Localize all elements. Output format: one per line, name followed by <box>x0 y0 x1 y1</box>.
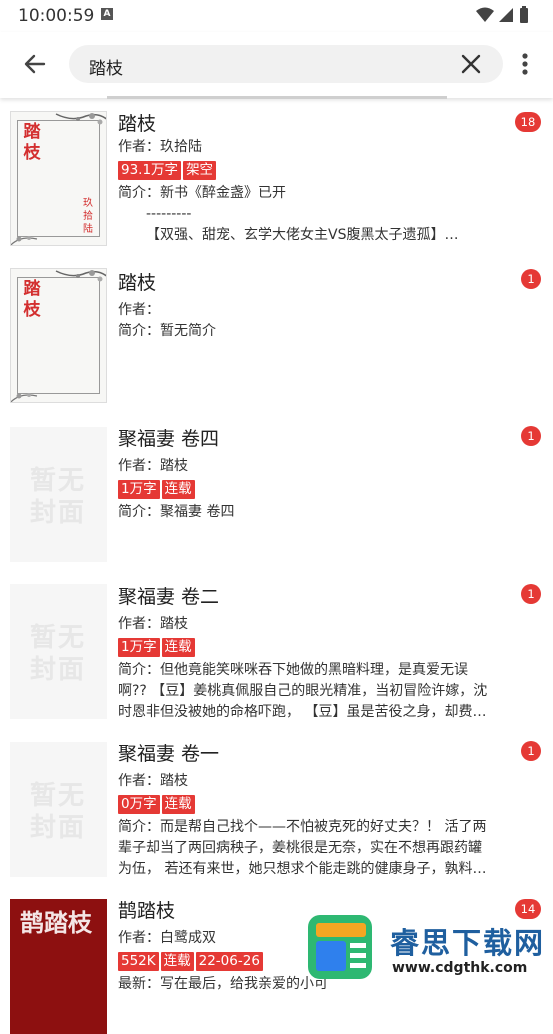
book-cover[interactable]: 鹊踏枝 <box>10 899 107 1034</box>
cover-title: 踏枝 <box>23 122 41 163</box>
watermark: 睿思下载网 www.cdgthk.com <box>306 910 551 984</box>
tag-status: 连载 <box>161 480 195 499</box>
book-info: 聚福妻 卷一 作者：踏枝 0万字 连载 简介：而是帮自己找个——不怕被克死的好丈夫… <box>118 741 513 880</box>
chapter-count-badge: 1 <box>521 741 541 761</box>
cover-title: 踏枝 <box>23 279 41 320</box>
tag-word-count: 0万字 <box>118 795 160 814</box>
tag-update-date: 22-06-26 <box>195 952 263 971</box>
book-info: 聚福妻 卷四 作者：踏枝 1万字 连载 简介：聚福妻 卷四 <box>118 426 513 523</box>
book-cover-placeholder[interactable]: 暂无封面 <box>10 742 107 877</box>
cover-placeholder-text: 暂无封面 <box>30 466 87 528</box>
tag-status: 连载 <box>161 795 195 814</box>
book-author: 作者：踏枝 <box>118 616 188 632</box>
book-intro-line: --------- <box>146 206 192 222</box>
scroll-indicator <box>107 96 447 99</box>
book-title: 踏枝 <box>118 272 157 294</box>
watermark-logo-icon <box>308 915 372 979</box>
book-tags: 0万字 连载 <box>118 793 513 815</box>
book-tags: 1万字 连载 <box>118 636 513 658</box>
chapter-count-badge: 1 <box>521 426 541 446</box>
book-info: 踏枝 作者：玖拾陆 93.1万字 架空 简介：新书《醉金盏》已开 --------… <box>118 111 513 246</box>
book-author: 作者：玖拾陆 <box>118 139 202 155</box>
tag-genre: 架空 <box>183 161 217 180</box>
clear-search-icon[interactable] <box>461 54 481 74</box>
book-title: 聚福妻 卷四 <box>118 428 220 450</box>
book-intro-line: 啊?? 【豆】姜桃真佩服自己的眼光精准，当初冒险许嫁，沈 <box>118 683 488 699</box>
cover-title: 鹊踏枝 <box>20 908 92 937</box>
more-options-icon[interactable] <box>518 51 532 77</box>
tag-word-count: 1万字 <box>118 638 160 657</box>
book-info: 踏枝 作者： 简介：暂无简介 <box>118 270 513 342</box>
chapter-count-badge: 18 <box>515 112 541 132</box>
book-cover-placeholder[interactable]: 暂无封面 <box>10 584 107 719</box>
floral-decoration-icon <box>55 270 106 282</box>
search-app-bar: 踏枝 <box>0 32 553 98</box>
status-time: 10:00:59 <box>18 6 95 26</box>
tag-word-count: 93.1万字 <box>118 161 182 180</box>
book-tags: 93.1万字 架空 <box>118 159 513 181</box>
book-author: 作者： <box>118 302 160 318</box>
status-bar: 10:00:59 A <box>0 0 553 32</box>
search-field[interactable]: 踏枝 <box>69 45 503 83</box>
wifi-signal-battery-icon <box>476 6 528 23</box>
book-author: 作者：踏枝 <box>118 458 188 474</box>
floral-decoration-icon <box>11 393 38 402</box>
book-info: 聚福妻 卷二 作者：踏枝 1万字 连载 简介：但他竟能笑咪咪吞下她做的黑暗料理，是… <box>118 584 513 723</box>
book-title: 聚福妻 卷二 <box>118 586 220 608</box>
book-intro-line: 时恩非但没被她的命格吓跑， 【豆】虽是苦役之身，却费… <box>118 704 487 720</box>
book-intro-line: 【双强、甜宠、玄学大佬女主VS腹黑太子遗孤】… <box>146 227 459 243</box>
tag-word-count: 1万字 <box>118 480 160 499</box>
cover-author: 玖拾陆 <box>83 198 93 235</box>
book-cover-placeholder[interactable]: 暂无封面 <box>10 427 107 562</box>
book-intro-line: 为伍， 若还有来世，她只想求个能走跳的健康身子，孰料… <box>118 861 487 877</box>
book-intro: 简介：新书《醉金盏》已开 <box>118 185 286 201</box>
floral-decoration-icon <box>11 236 38 245</box>
book-author: 作者：踏枝 <box>118 773 188 789</box>
book-title: 聚福妻 卷一 <box>118 743 220 765</box>
notification-icon: A <box>101 8 113 20</box>
book-cover[interactable]: 踏枝 <box>10 268 107 403</box>
cover-placeholder-text: 暂无封面 <box>30 623 87 685</box>
floral-decoration-icon <box>55 113 106 125</box>
tag-word-count: 552K <box>118 952 159 971</box>
book-intro: 简介：聚福妻 卷四 <box>118 504 235 520</box>
book-intro: 简介：但他竟能笑咪咪吞下她做的黑暗料理，是真爱无误 <box>118 662 468 678</box>
chapter-count-badge: 1 <box>521 269 541 289</box>
book-cover[interactable]: 踏枝 玖拾陆 <box>10 111 107 246</box>
book-intro: 简介：而是帮自己找个——不怕被克死的好丈夫？！ 活了两 <box>118 819 487 835</box>
status-icons <box>475 6 539 28</box>
watermark-url: www.cdgthk.com <box>392 960 528 976</box>
chapter-count-badge: 1 <box>521 584 541 604</box>
watermark-title: 睿思下载网 <box>390 926 546 960</box>
book-intro-line: 辈子却当了两回病秧子，姜桃很是无奈，实在不想再跟药罐 <box>118 840 482 856</box>
back-arrow-icon[interactable] <box>22 51 48 77</box>
book-tags: 1万字 连载 <box>118 478 513 500</box>
tag-status: 连载 <box>160 952 194 971</box>
book-intro: 简介：暂无简介 <box>118 323 216 339</box>
tag-status: 连载 <box>161 638 195 657</box>
search-input-value[interactable]: 踏枝 <box>89 54 123 79</box>
cover-placeholder-text: 暂无封面 <box>30 781 87 843</box>
book-title: 踏枝 <box>118 113 157 135</box>
